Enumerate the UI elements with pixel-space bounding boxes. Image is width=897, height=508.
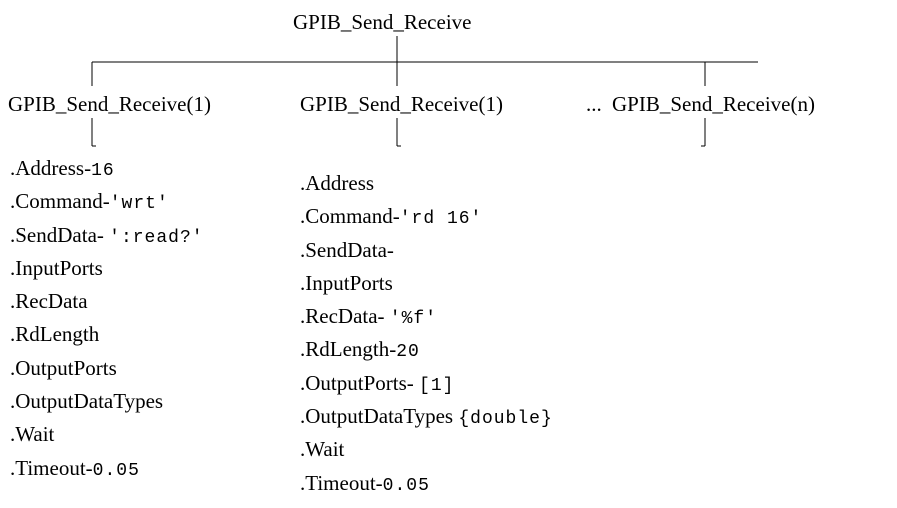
- field-row: .OutputPorts- [1]: [300, 367, 553, 400]
- field-name: .OutputPorts: [300, 370, 407, 395]
- field-value: 0.05: [92, 460, 140, 481]
- field-value: ':read?': [109, 227, 204, 248]
- field-row: .Timeout-0.05: [300, 467, 553, 500]
- field-name: .InputPorts: [10, 255, 103, 280]
- field-row: .OutputDataTypes {double}: [300, 400, 553, 433]
- field-row: .Command-'wrt': [10, 185, 204, 218]
- gpib-struct-diagram: GPIB_Send_Receive GPIB_Send_Receive(1) G…: [0, 0, 897, 508]
- field-separator: -: [377, 304, 390, 329]
- field-row: .RdLength-20: [300, 333, 553, 366]
- field-row: .InputPorts: [10, 252, 204, 285]
- field-name: .Wait: [10, 422, 55, 447]
- field-row: .Timeout-0.05: [10, 452, 204, 485]
- field-row: .Wait: [300, 433, 553, 466]
- field-value: 16: [91, 161, 115, 181]
- field-row: .Address-16: [10, 152, 204, 185]
- field-row: .RdLength: [10, 318, 204, 351]
- field-name: .SendData: [10, 222, 97, 247]
- field-row: .Address: [300, 167, 553, 200]
- field-row: .InputPorts: [300, 267, 553, 300]
- root-struct-label: GPIB_Send_Receive: [293, 10, 472, 34]
- field-name: .RdLength: [10, 322, 100, 347]
- field-value: 0.05: [382, 475, 430, 496]
- field-separator: -: [102, 189, 110, 214]
- field-separator: -: [406, 370, 420, 395]
- field-value: {double}: [458, 409, 553, 430]
- child-struct-label-1: GPIB_Send_Receive(1): [8, 92, 211, 116]
- field-name: .Timeout: [300, 470, 376, 495]
- ellipsis-label: ...: [586, 92, 602, 116]
- field-value: '%f': [389, 309, 438, 330]
- field-separator: -: [375, 470, 383, 495]
- field-separator: -: [85, 455, 93, 480]
- child-struct-label-2: GPIB_Send_Receive(1): [300, 92, 503, 116]
- field-row: .Wait: [10, 418, 204, 451]
- field-name: .SendData: [300, 237, 387, 262]
- field-name: .Timeout: [10, 455, 86, 480]
- field-separator: -: [96, 222, 110, 247]
- field-name: .Address: [10, 156, 85, 180]
- field-separator: -: [386, 237, 394, 262]
- field-list-column-2: .Address .Command-'rd 16' .SendData- .Input…: [300, 167, 553, 500]
- field-row: .RecData: [10, 285, 204, 318]
- field-row: .SendData-: [300, 234, 553, 267]
- field-value: 20: [396, 342, 420, 363]
- field-name: .Address: [300, 171, 375, 195]
- field-name: .RdLength: [300, 337, 390, 362]
- field-name: .RecData: [10, 289, 88, 314]
- field-name: .OutputPorts: [10, 355, 117, 380]
- field-value: 'wrt': [109, 194, 169, 215]
- field-name: .Command: [300, 204, 393, 229]
- field-value: [1]: [419, 375, 455, 396]
- child-struct-label-n: GPIB_Send_Receive(n): [612, 92, 815, 116]
- field-row: .SendData- ':read?': [10, 219, 204, 252]
- field-name: .Wait: [300, 437, 345, 462]
- field-list-column-1: .Address-16 .Command-'wrt' .SendData- ':re…: [10, 152, 204, 485]
- field-row: .OutputDataTypes: [10, 385, 204, 418]
- field-name: .InputPorts: [300, 270, 393, 295]
- field-name: .Command: [10, 189, 103, 214]
- field-name: .RecData: [300, 304, 378, 329]
- field-name: .OutputDataTypes: [10, 389, 164, 414]
- field-row: .RecData- '%f': [300, 300, 553, 333]
- field-value: 'rd 16': [399, 209, 483, 230]
- field-row: .Command-'rd 16': [300, 200, 553, 233]
- field-separator: -: [392, 204, 400, 229]
- field-row: .OutputPorts: [10, 352, 204, 385]
- field-name: .OutputDataTypes: [300, 404, 454, 429]
